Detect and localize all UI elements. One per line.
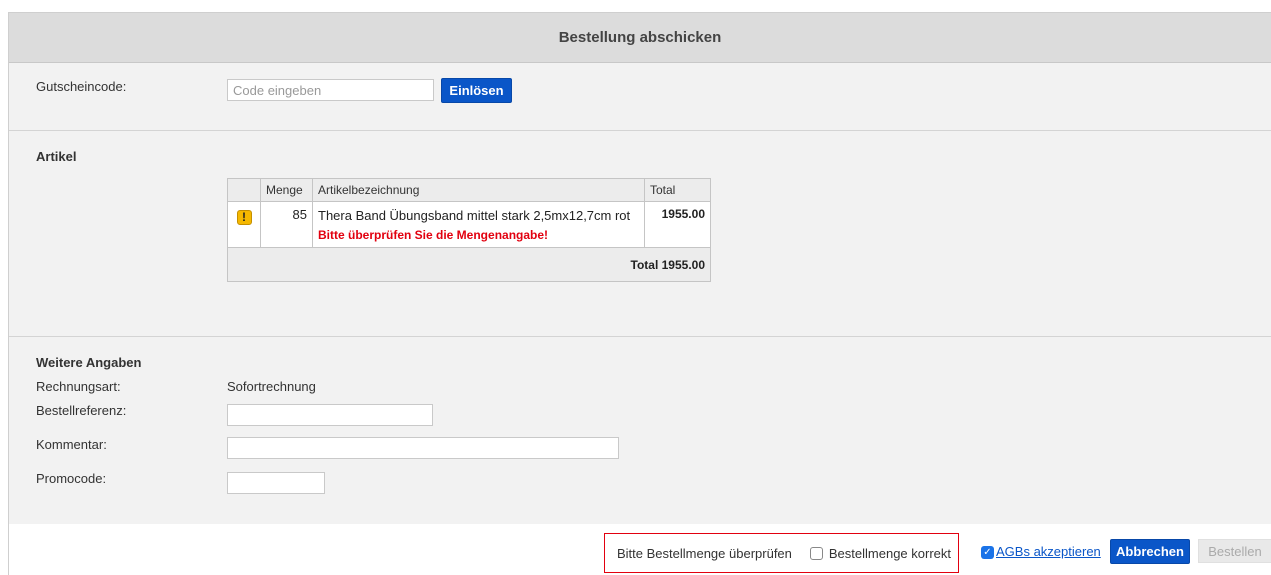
warning-icon: ! <box>236 210 252 225</box>
invoice-type-value: Sofortrechnung <box>227 379 316 394</box>
column-header-quantity: Menge <box>260 178 313 202</box>
invoice-type-label: Rechnungsart: <box>36 379 121 394</box>
order-reference-label: Bestellreferenz: <box>36 403 127 418</box>
cancel-button[interactable]: Abbrechen <box>1110 539 1190 564</box>
redeem-button[interactable]: Einlösen <box>441 78 512 103</box>
table-header-row: Menge Artikelbezeichnung Total <box>227 178 711 202</box>
voucher-label: Gutscheincode: <box>36 79 127 94</box>
quantity-correct-checkbox[interactable] <box>809 546 823 560</box>
comment-label: Kommentar: <box>36 437 107 452</box>
table-footer-row: Total 1955.00 <box>227 247 711 282</box>
promo-code-label: Promocode: <box>36 471 107 486</box>
articles-section: Artikel Menge Artikelbezeichnung Total !… <box>9 131 1271 337</box>
agb-checkbox[interactable]: ✓ <box>981 546 994 559</box>
agb-accept-link[interactable]: AGBs akzeptieren <box>996 544 1101 559</box>
order-reference-input[interactable] <box>227 404 433 426</box>
more-info-section-title: Weitere Angaben <box>36 355 142 370</box>
row-quantity: 85 <box>260 201 313 248</box>
quantity-check-hint: Bitte Bestellmenge überprüfen <box>617 545 792 561</box>
column-header-total: Total <box>644 178 711 202</box>
row-description: Thera Band Übungsband mittel stark 2,5mx… <box>312 201 645 248</box>
comment-input[interactable] <box>227 437 619 459</box>
promo-code-input[interactable] <box>227 472 325 494</box>
order-dialog: Bestellung abschicken Gutscheincode: Ein… <box>8 12 1271 575</box>
articles-table: Menge Artikelbezeichnung Total ! 85 Ther… <box>227 178 711 282</box>
order-button[interactable]: Bestellen <box>1198 539 1271 563</box>
dialog-header: Bestellung abschicken <box>9 13 1271 63</box>
more-info-section: Weitere Angaben Rechnungsart: Sofortrech… <box>9 337 1271 525</box>
row-total: 1955.00 <box>644 201 711 248</box>
quantity-check-box: Bitte Bestellmenge überprüfen Bestellmen… <box>604 533 959 573</box>
table-row: ! 85 Thera Band Übungsband mittel stark … <box>227 201 711 248</box>
column-header-description: Artikelbezeichnung <box>312 178 645 202</box>
column-header-icon <box>227 178 261 202</box>
voucher-section: Gutscheincode: Einlösen <box>9 63 1271 131</box>
table-footer-total: Total 1955.00 <box>227 247 711 282</box>
dialog-title: Bestellung abschicken <box>558 29 722 46</box>
quantity-warning-text: Bitte überprüfen Sie die Mengenangabe! <box>318 228 549 242</box>
articles-section-title: Artikel <box>36 149 77 164</box>
row-icon-cell: ! <box>227 201 261 248</box>
article-name: Thera Band Übungsband mittel stark 2,5mx… <box>318 208 631 223</box>
quantity-correct-label[interactable]: Bestellmenge korrekt <box>829 546 951 561</box>
dialog-footer: Bitte Bestellmenge überprüfen Bestellmen… <box>9 524 1271 575</box>
voucher-code-input[interactable] <box>227 79 434 101</box>
